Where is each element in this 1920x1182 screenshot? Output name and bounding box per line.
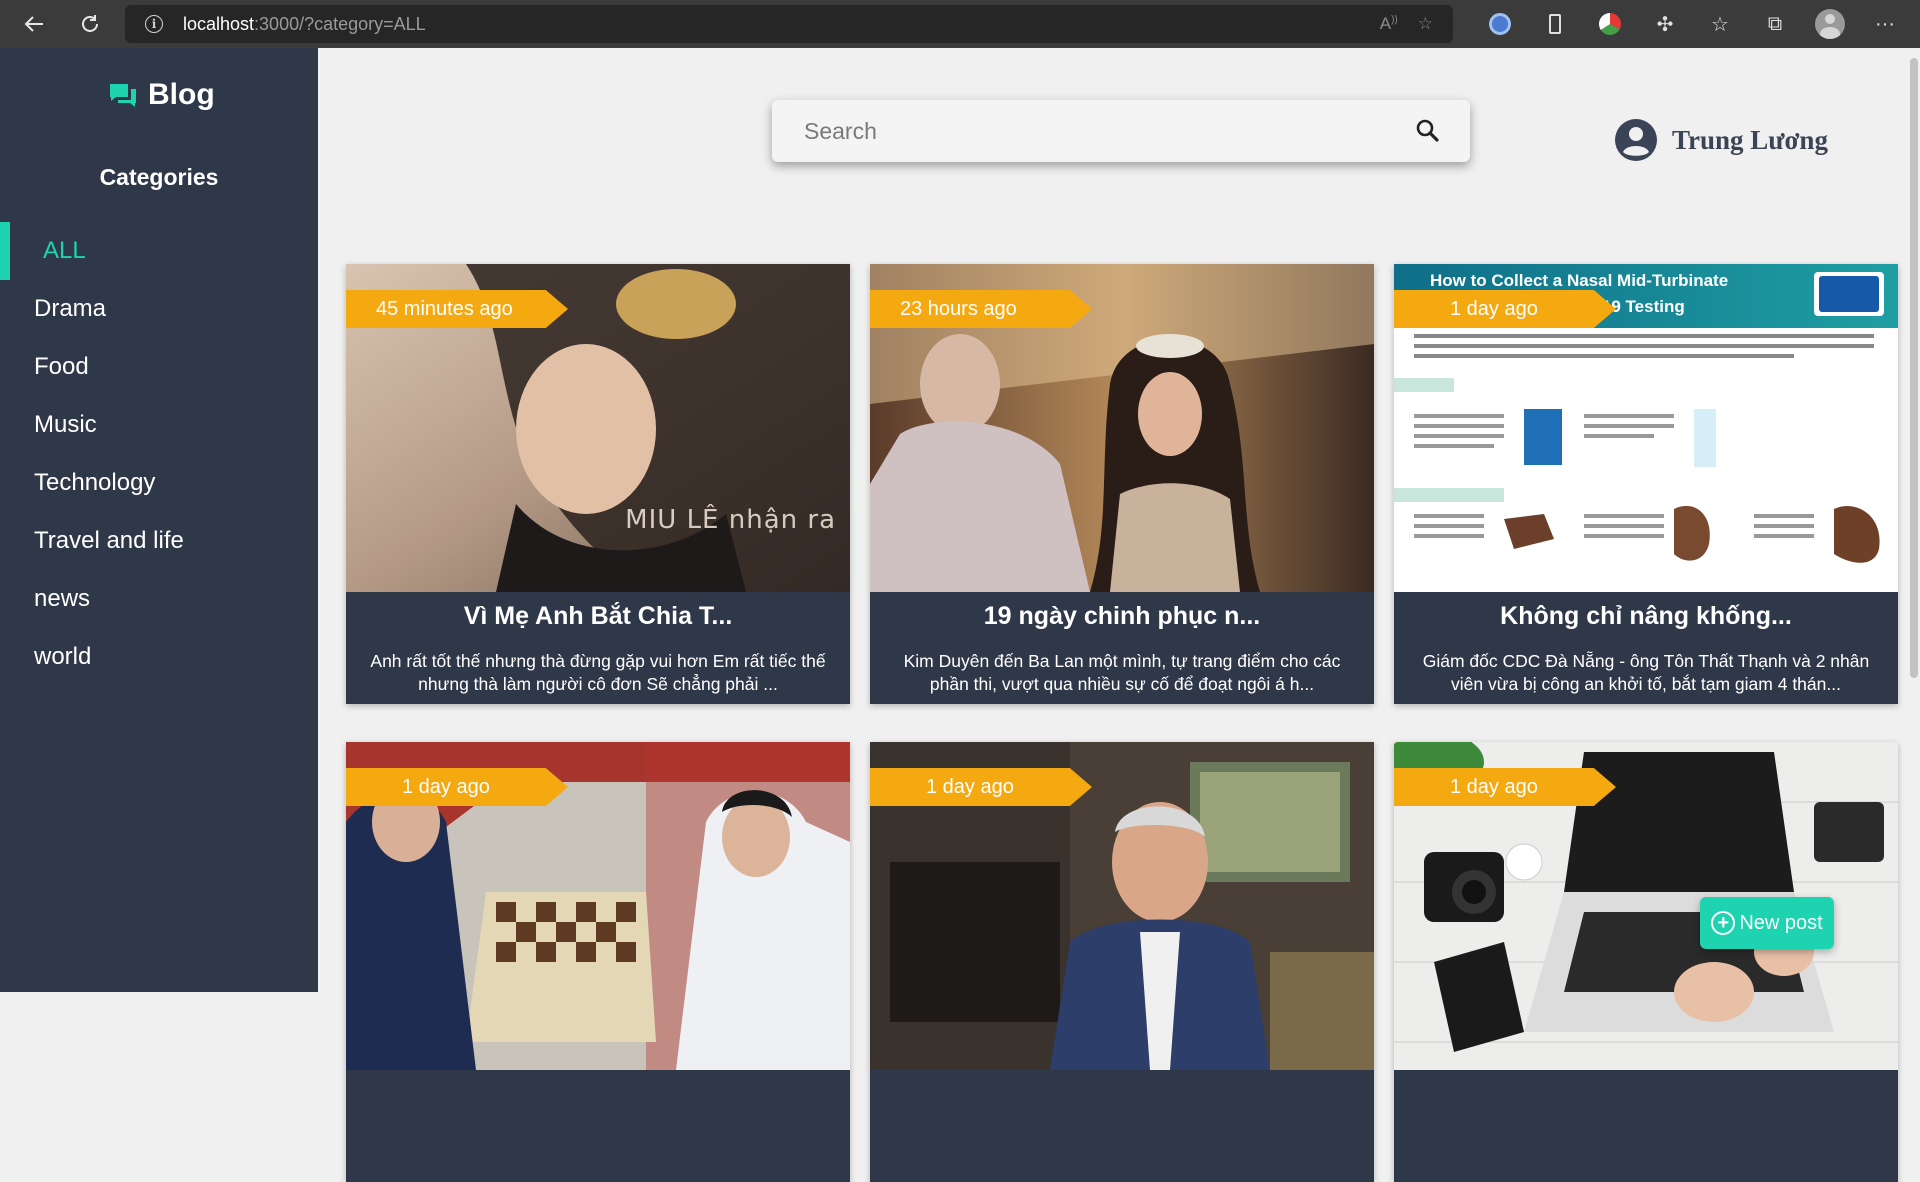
plus-circle-icon: + — [1711, 911, 1736, 935]
add-favorite-icon[interactable]: ☆ — [1418, 14, 1433, 34]
post-title[interactable]: 19 ngày chinh phục n... — [880, 602, 1364, 631]
category-drama[interactable]: Drama — [0, 280, 318, 338]
post-card[interactable]: MIU LÊ nhận ra 45 minutes ago Vì Mẹ Anh … — [346, 264, 850, 704]
category-food[interactable]: Food — [0, 338, 318, 396]
post-image-caption: MIU LÊ nhận ra — [625, 505, 836, 535]
account-icon — [1615, 119, 1657, 161]
post-card[interactable]: 1 day ago — [870, 742, 1374, 1182]
puzzle-icon[interactable]: ✣ — [1648, 7, 1682, 41]
post-time-tag: 1 day ago — [1394, 290, 1616, 328]
brand-title: Blog — [148, 78, 215, 111]
collections-icon[interactable]: ⧉ — [1758, 7, 1792, 41]
read-aloud-icon[interactable]: A)) — [1380, 14, 1398, 34]
address-bar[interactable]: i localhost:3000/?category=ALL A)) ☆ — [125, 5, 1453, 43]
user-menu[interactable]: Trung Lương — [1614, 118, 1828, 162]
phone-icon[interactable] — [1538, 7, 1572, 41]
post-title[interactable]: Không chỉ nâng khống... — [1404, 602, 1888, 631]
post-time-tag: 1 day ago — [1394, 768, 1616, 806]
url-text: localhost:3000/?category=ALL — [183, 13, 426, 34]
search-bar — [772, 100, 1470, 162]
new-post-button[interactable]: + New post — [1700, 897, 1834, 949]
search-input[interactable] — [772, 117, 1410, 145]
post-time-tag: 1 day ago — [870, 768, 1092, 806]
main-content: Trung Lương MIU LÊ nhận ra 45 minutes ag… — [318, 48, 1908, 1182]
brand[interactable]: Blog — [108, 78, 215, 112]
post-time-tag: 1 day ago — [346, 768, 568, 806]
post-card[interactable]: How to Collect a Nasal Mid-Turbinate Spe… — [1394, 264, 1898, 704]
category-technology[interactable]: Technology — [0, 454, 318, 512]
post-excerpt: Giám đốc CDC Đà Nẵng - ông Tôn Thất Thạn… — [1422, 651, 1870, 694]
post-card[interactable]: 1 day ago — [346, 742, 850, 1182]
info-icon[interactable]: i — [145, 15, 163, 33]
post-time-tag: 45 minutes ago — [346, 290, 568, 328]
category-news[interactable]: news — [0, 570, 318, 628]
more-icon[interactable]: ··· — [1868, 7, 1902, 41]
scroll-thumb[interactable] — [1910, 58, 1918, 678]
extension-icon[interactable] — [1483, 7, 1517, 41]
post-time-tag: 23 hours ago — [870, 290, 1092, 328]
post-card[interactable]: 1 day ago — [1394, 742, 1898, 1182]
post-excerpt: Anh rất tốt thế nhưng thà đừng gặp vui h… — [370, 651, 826, 694]
post-excerpt: Kim Duyên đến Ba Lan một mình, tự trang … — [903, 651, 1341, 694]
page-scrollbar[interactable] — [1908, 48, 1920, 992]
profile-icon[interactable] — [1813, 7, 1847, 41]
category-world[interactable]: world — [0, 628, 318, 686]
user-name: Trung Lương — [1672, 124, 1828, 155]
post-title[interactable]: Vì Mẹ Anh Bắt Chia T... — [356, 602, 840, 631]
category-travel[interactable]: Travel and life — [0, 512, 318, 570]
reload-icon[interactable] — [72, 6, 108, 42]
post-card[interactable]: 23 hours ago 19 ngày chinh phục n... Kim… — [870, 264, 1374, 704]
extension-icon[interactable] — [1593, 7, 1627, 41]
category-all[interactable]: ALL — [0, 222, 318, 280]
category-music[interactable]: Music — [0, 396, 318, 454]
back-icon[interactable] — [16, 6, 52, 42]
category-list: ALL Drama Food Music Technology Travel a… — [0, 222, 318, 686]
sidebar: Blog Categories ALL Drama Food Music Tec… — [0, 48, 318, 992]
new-post-label: New post — [1739, 911, 1823, 934]
categories-heading: Categories — [99, 164, 219, 190]
forum-icon — [110, 84, 136, 107]
favorites-icon[interactable]: ☆ — [1703, 7, 1737, 41]
search-icon[interactable] — [1410, 113, 1446, 149]
browser-toolbar: i localhost:3000/?category=ALL A)) ☆ ✣ ☆… — [0, 0, 1920, 48]
